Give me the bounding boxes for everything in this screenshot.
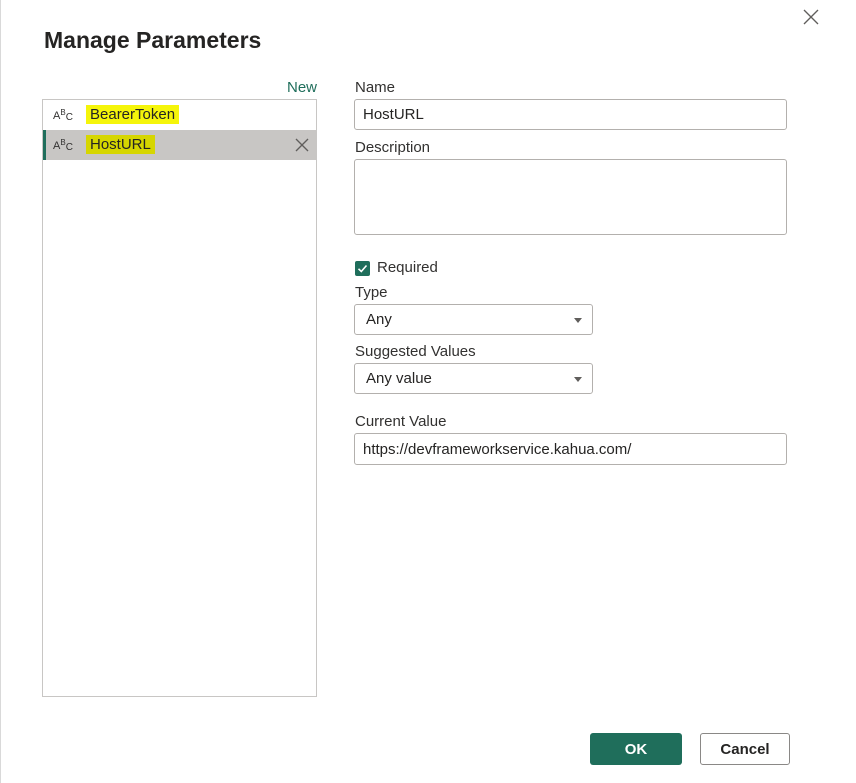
name-label: Name [355, 79, 396, 96]
ok-button[interactable]: OK [590, 733, 682, 765]
chevron-down-icon [574, 377, 582, 382]
suggested-values-dropdown[interactable]: Any value [354, 363, 593, 394]
parameter-name: HostURL [86, 135, 155, 154]
description-field[interactable] [354, 159, 787, 235]
current-value-field[interactable] [354, 433, 787, 465]
remove-parameter-icon[interactable] [294, 137, 310, 153]
parameter-item-bearertoken[interactable]: ABC BearerToken [43, 100, 316, 130]
description-label: Description [355, 139, 431, 156]
dialog-title: Manage Parameters [44, 27, 262, 53]
close-icon [803, 9, 819, 25]
text-type-icon: ABC [53, 108, 73, 123]
current-value-label: Current Value [355, 413, 447, 430]
name-field[interactable] [354, 99, 787, 130]
close-button[interactable] [800, 6, 822, 28]
cancel-button[interactable]: Cancel [700, 733, 790, 765]
parameter-name: BearerToken [86, 105, 180, 124]
suggested-selected-value: Any value [366, 370, 432, 387]
chevron-down-icon [574, 318, 582, 323]
type-selected-value: Any [366, 311, 392, 328]
type-dropdown[interactable]: Any [354, 304, 593, 335]
required-label: Required [377, 259, 438, 276]
new-parameter-link[interactable]: New [287, 79, 317, 96]
type-label: Type [355, 284, 388, 301]
required-checkbox[interactable] [355, 261, 370, 276]
text-type-icon: ABC [53, 138, 73, 153]
suggested-values-label: Suggested Values [355, 343, 476, 360]
parameter-list: ABC BearerToken ABC HostURL [42, 99, 317, 697]
checkmark-icon [357, 264, 368, 273]
parameter-item-hosturl[interactable]: ABC HostURL [43, 130, 316, 160]
window-edge [0, 0, 1, 783]
